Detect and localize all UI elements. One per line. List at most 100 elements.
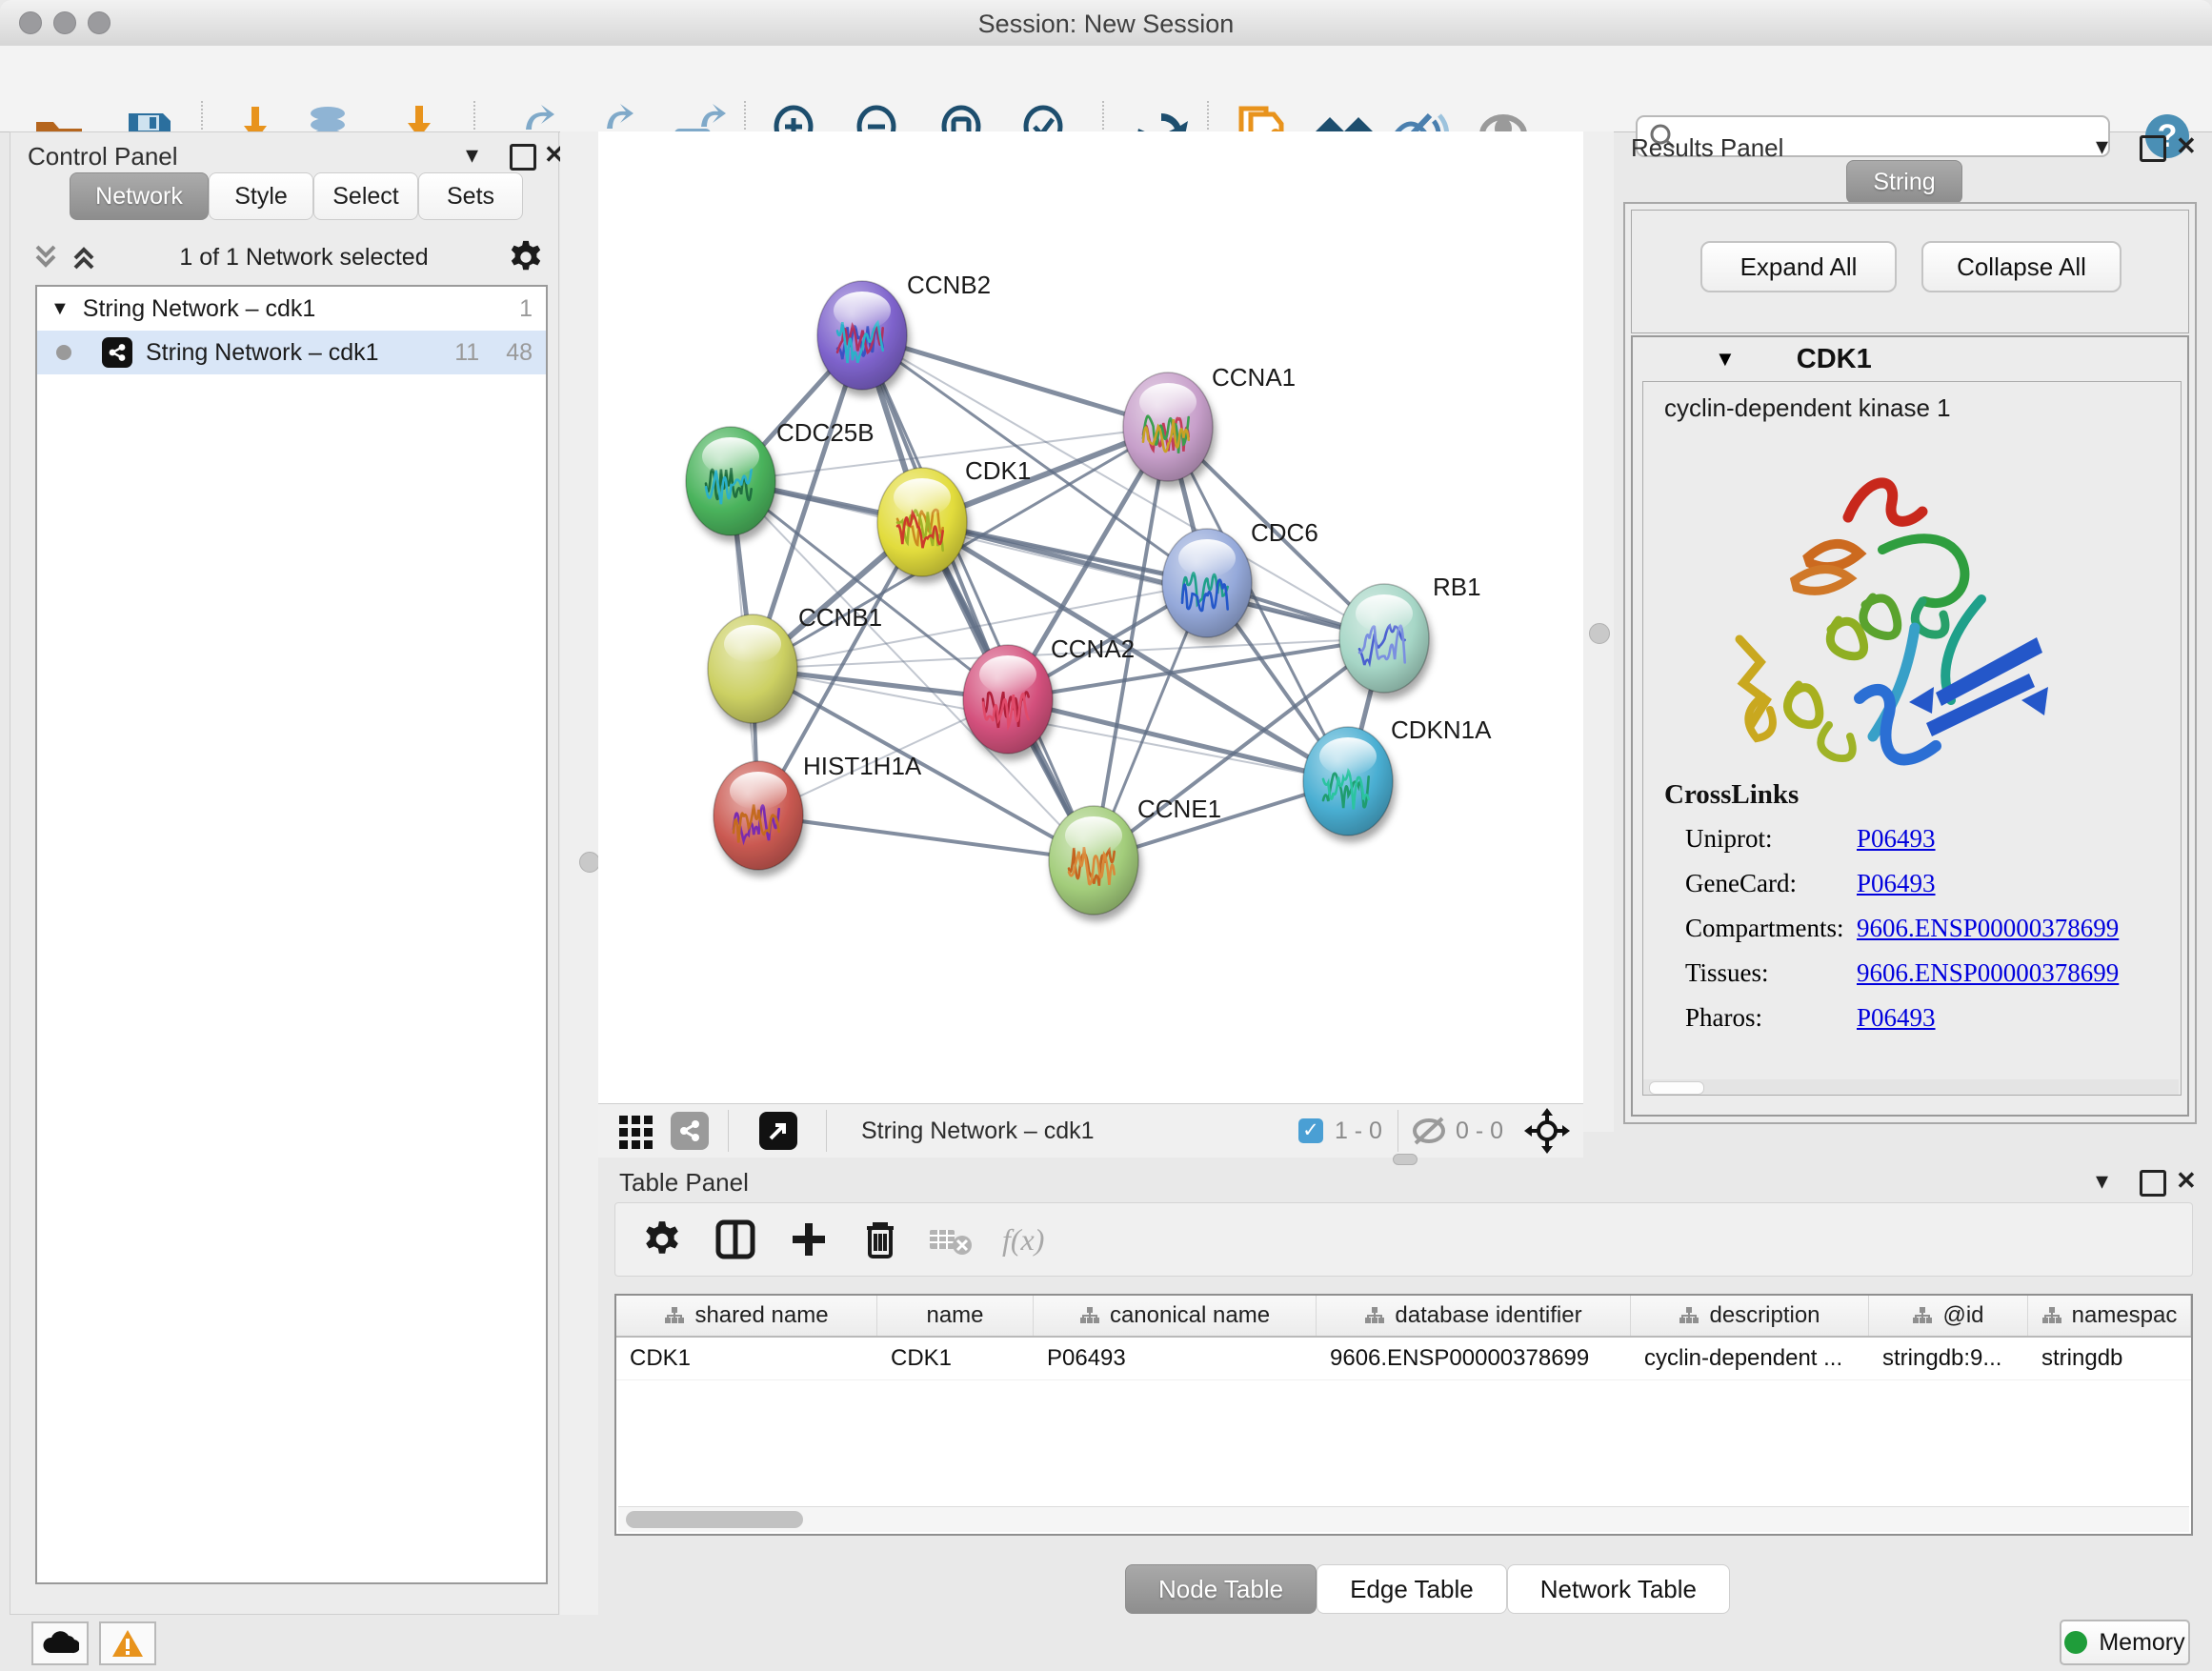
control-panel-tabs: NetworkStyleSelectSets [70,172,523,220]
right-divider-grip[interactable] [1589,623,1610,644]
collection-count: 1 [519,295,533,323]
tab-style[interactable]: Style [209,172,313,220]
collapse-triangle-icon[interactable]: ▼ [50,298,70,320]
node-label-CDC6: CDC6 [1251,518,1318,547]
table-panel-float-icon[interactable] [2140,1170,2166,1197]
column-type-icon [1679,1306,1699,1325]
table-row[interactable]: CDK1CDK1P064939606.ENSP00000378699cyclin… [616,1338,2191,1380]
table-panel-close-icon[interactable]: ✕ [2176,1166,2197,1196]
table-cell[interactable]: cyclin-dependent ... [1631,1338,1869,1379]
table-cell[interactable]: stringdb:9... [1869,1338,2028,1379]
crosslink-link[interactable]: P06493 [1857,824,1936,854]
edge-HIST1H1A-CCNE1[interactable] [758,815,1094,860]
gear-icon[interactable] [508,239,544,275]
table-cell[interactable]: 9606.ENSP00000378699 [1317,1338,1631,1379]
column-header-shared-name[interactable]: shared name [616,1296,877,1336]
pan-crosshair-icon[interactable] [1524,1108,1570,1154]
tab-network[interactable]: Network [70,172,209,220]
crosslink-link[interactable]: P06493 [1857,1003,1936,1033]
network-list-header: 1 of 1 Network selected [30,233,544,281]
tab-sets[interactable]: Sets [418,172,523,220]
delete-table-icon[interactable] [928,1222,974,1257]
cloud-button[interactable] [31,1621,89,1665]
table-cell[interactable]: stringdb [2028,1338,2191,1379]
add-column-icon[interactable] [789,1219,829,1259]
network-graph[interactable]: CCNB2CCNA1CDC25BCDK1CDC6RB1CCNB1CCNA2CDK… [598,131,1583,1103]
crosslink-label: Pharos: [1685,1003,1857,1033]
node-CCNB2[interactable]: CCNB2 [817,271,991,390]
node-CDC25B[interactable]: CDC25B [686,418,875,535]
hidden-eye-icon[interactable] [1410,1115,1448,1147]
table-cell[interactable]: P06493 [1034,1338,1317,1379]
column-header-database-identifier[interactable]: database identifier [1317,1296,1631,1336]
column-header-name[interactable]: name [877,1296,1034,1336]
results-hscrollbar[interactable] [1643,1079,2179,1095]
crosslink-link[interactable]: P06493 [1857,869,1936,898]
delete-column-icon[interactable] [861,1218,899,1260]
network-collection-row[interactable]: ▼ String Network – cdk1 1 [37,287,546,331]
column-header-canonical-name[interactable]: canonical name [1034,1296,1317,1336]
tab-node-table[interactable]: Node Table [1125,1564,1317,1614]
tab-string[interactable]: String [1846,160,1962,204]
expand-all-button[interactable]: Expand All [1700,241,1897,292]
crosslink-link[interactable]: 9606.ENSP00000378699 [1857,914,2119,943]
left-divider-grip[interactable] [579,852,600,873]
memory-button[interactable]: Memory [2060,1620,2190,1665]
table-hscrollbar[interactable] [618,1506,2189,1532]
fx-function-icon[interactable]: f(x) [1002,1222,1044,1258]
node-CDC6[interactable]: CDC6 [1162,518,1318,637]
collapse-triangle-icon[interactable]: ▼ [1715,347,1736,372]
table-panel-menu-icon[interactable]: ▾ [2096,1166,2108,1196]
network-view-toolbar: String Network – cdk1 ✓ 1 - 0 0 - 0 [598,1103,1583,1158]
gear-icon[interactable] [642,1219,682,1259]
node-HIST1H1A[interactable]: HIST1H1A [714,752,922,870]
edge-CCNB2-CCNA1[interactable] [862,335,1168,427]
node-RB1[interactable]: RB1 [1339,573,1481,693]
node-CCNA1[interactable]: CCNA1 [1123,363,1296,481]
results-panel-menu-icon[interactable]: ▾ [2096,131,2108,161]
crosslink-link[interactable]: 9606.ENSP00000378699 [1857,958,2119,988]
results-buttons-box: Expand All Collapse All [1631,210,2189,333]
control-panel-menu-icon[interactable]: ▾ [466,140,478,170]
results-panel-close-icon[interactable]: ✕ [2176,131,2197,161]
share-view-icon[interactable] [671,1112,709,1150]
network-node-count: 11 [454,339,479,367]
collapse-all-button[interactable]: Collapse All [1921,241,2122,292]
grid-view-icon[interactable] [615,1110,657,1152]
tab-network-table[interactable]: Network Table [1507,1564,1730,1614]
cloud-icon [41,1630,79,1657]
control-panel-float-icon[interactable] [510,144,536,171]
results-hscrollbar-thumb[interactable] [1649,1081,1704,1095]
column-header-description[interactable]: description [1631,1296,1869,1336]
network-canvas[interactable]: CCNB2CCNA1CDC25BCDK1CDC6RB1CCNB1CCNA2CDK… [598,131,1583,1103]
column-header-namespac[interactable]: namespac [2028,1296,2191,1336]
network-row[interactable]: String Network – cdk1 11 48 [37,331,546,374]
node-CDK1[interactable]: CDK1 [877,456,1031,576]
table-cell[interactable]: CDK1 [877,1338,1034,1379]
warning-button[interactable] [99,1621,156,1665]
collapse-all-chevrons-icon[interactable] [30,241,62,273]
column-label: @id [1942,1302,1983,1329]
table-panel-title: Table Panel [619,1168,749,1198]
tab-select[interactable]: Select [313,172,418,220]
results-panel-float-icon[interactable] [2140,135,2166,162]
node-CDKN1A[interactable]: CDKN1A [1303,715,1492,836]
table-hscrollbar-thumb[interactable] [626,1511,803,1528]
edge-CCNB2-CCNE1[interactable] [862,335,1094,860]
cdk1-header-row[interactable]: ▼ CDK1 [1633,337,2187,381]
crosslink-label: GeneCard: [1685,869,1857,898]
tab-edge-table[interactable]: Edge Table [1317,1564,1507,1614]
select-columns-icon[interactable] [714,1218,756,1260]
node-CCNE1[interactable]: CCNE1 [1049,795,1221,915]
selected-checkbox[interactable]: ✓ [1298,1118,1323,1143]
entry-name: CDK1 [1797,344,1872,375]
table-cell[interactable]: CDK1 [616,1338,877,1379]
crosslink-label: Uniprot: [1685,824,1857,854]
column-label: canonical name [1110,1302,1270,1329]
left-panel-divider[interactable] [560,131,598,1615]
expand-all-chevrons-icon[interactable] [68,241,100,273]
birdseye-toggle-icon[interactable] [759,1112,797,1150]
column-header-@id[interactable]: @id [1869,1296,2028,1336]
column-label: namespac [2072,1302,2178,1329]
memory-label: Memory [2099,1629,2184,1657]
